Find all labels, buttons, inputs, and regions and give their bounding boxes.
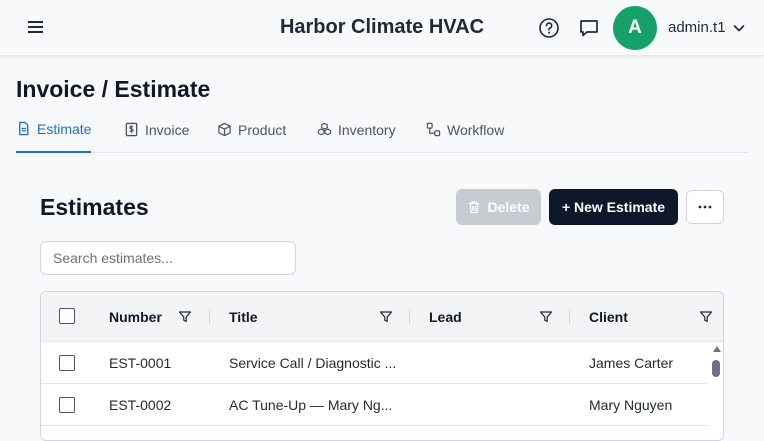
filter-icon[interactable] [178,310,192,324]
trash-icon [469,201,480,214]
column-separator[interactable] [209,310,210,324]
delete-button-label: Delete [487,199,530,215]
dollar-doc-icon [125,122,138,137]
tab-workflow-label: Workflow [447,121,505,138]
more-horizontal-icon [698,205,712,209]
column-header-title[interactable]: Title [229,292,258,342]
new-estimate-button-label: + New Estimate [561,199,666,215]
row-checkbox[interactable] [59,355,75,371]
cell-client: James Carter [589,355,674,371]
top-header: Harbor Climate HVAC A admin.t1 [0,0,764,56]
column-header-lead[interactable]: Lead [429,292,462,342]
column-header-number[interactable]: Number [109,292,162,342]
tab-estimate-label: Estimate [37,120,92,137]
tab-invoice[interactable]: Invoice [124,114,189,153]
search-input[interactable] [40,241,296,275]
scroll-up-arrow-icon[interactable] [713,346,721,352]
tab-product-label: Product [238,121,287,138]
document-icon [19,121,29,136]
table-row[interactable]: EST-0001 Service Call / Diagnostic ... J… [41,342,709,384]
tab-product[interactable]: Product [217,114,286,153]
box-icon [218,122,231,137]
boxes-icon [317,122,332,136]
scroll-thumb[interactable] [712,360,720,377]
app-title: Harbor Climate HVAC [279,16,485,38]
filter-icon[interactable] [379,310,393,324]
row-checkbox[interactable] [59,397,75,413]
tab-bar: Estimate Invoice Product Inventory Workf… [16,114,748,153]
cell-title: Service Call / Diagnostic ... [229,355,397,371]
more-options-button[interactable] [686,190,724,224]
cell-client: Mary Nguyen [589,397,673,413]
username-label: admin.t1 [668,19,726,36]
delete-button[interactable]: Delete [456,189,541,225]
chevron-down-icon [733,24,744,31]
table-header: Number Title Lead Client [41,292,723,342]
select-all-checkbox[interactable] [59,308,75,324]
filter-icon[interactable] [699,310,713,324]
tab-workflow[interactable]: Workflow [426,114,504,153]
cell-title: AC Tune-Up — Mary Ng... [229,397,393,413]
section-title: Estimates [40,194,149,220]
table-scrollbar[interactable] [711,344,723,440]
new-estimate-button[interactable]: + New Estimate [549,189,678,225]
cell-number: EST-0002 [109,397,172,413]
tab-inventory[interactable]: Inventory [317,114,396,153]
tab-estimate[interactable]: Estimate [16,114,92,153]
avatar[interactable]: A [613,6,657,50]
tab-invoice-label: Invoice [145,121,190,138]
estimates-table: Number Title Lead Client EST-0001 Servic… [40,291,724,441]
tab-inventory-label: Inventory [338,121,396,138]
user-menu[interactable]: admin.t1 [668,19,746,36]
page-title: Invoice / Estimate [16,76,211,102]
workflow-icon [426,122,441,137]
help-icon[interactable] [538,17,560,39]
filter-icon[interactable] [539,310,553,324]
cell-number: EST-0001 [109,355,172,371]
table-row[interactable]: EST-0002 AC Tune-Up — Mary Ng... Mary Ng… [41,384,709,426]
chat-icon[interactable] [578,17,600,39]
column-header-client[interactable]: Client [589,292,628,342]
column-separator[interactable] [409,310,410,324]
column-separator[interactable] [569,310,570,324]
menu-icon[interactable] [26,18,46,38]
